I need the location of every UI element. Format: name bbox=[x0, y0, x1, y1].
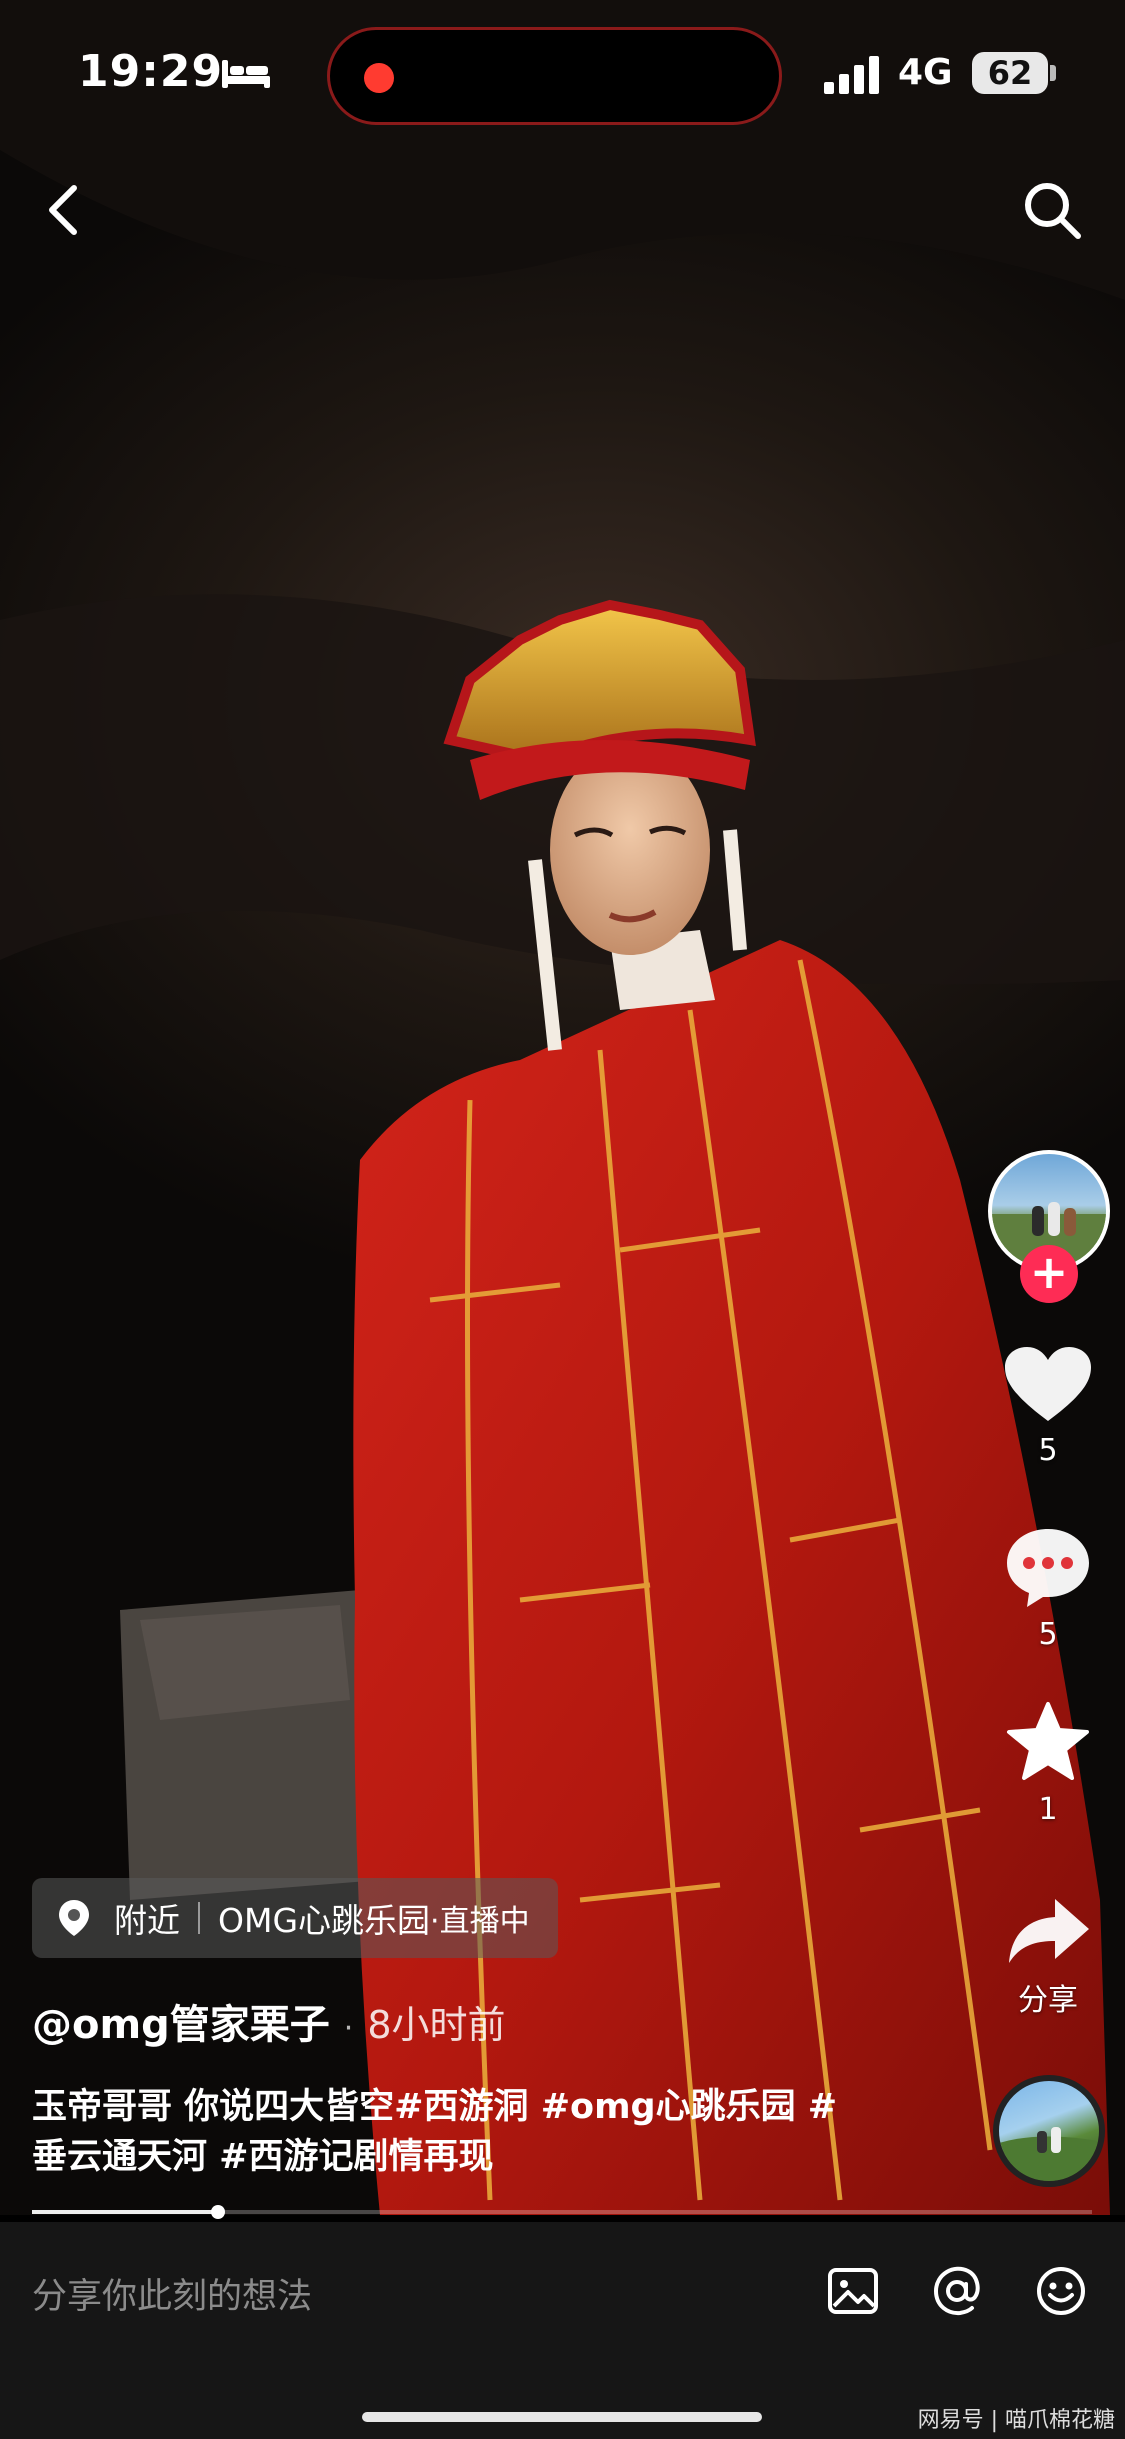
favorite-button[interactable]: 1 bbox=[993, 1700, 1103, 1827]
star-icon bbox=[1007, 1702, 1089, 1780]
comment-bubble-icon bbox=[1007, 1529, 1089, 1607]
heart-icon bbox=[1005, 1347, 1091, 1421]
location-label: 附近 bbox=[114, 1901, 180, 1940]
chevron-left-icon[interactable] bbox=[36, 180, 96, 240]
status-bar: 19:29 4G 62 bbox=[0, 0, 1125, 150]
watermark: 网易号 | 喵爪棉花糖 bbox=[917, 2408, 1115, 2433]
image-icon[interactable] bbox=[826, 2264, 880, 2318]
status-time: 19:29 bbox=[78, 46, 224, 97]
music-cover-photo bbox=[999, 2127, 1099, 2181]
comment-input[interactable]: 分享你此刻的想法 bbox=[32, 2268, 312, 2319]
location-place: OMG心跳乐园 bbox=[218, 1901, 431, 1940]
sleep-focus-icon bbox=[222, 60, 270, 88]
like-button[interactable]: 5 bbox=[993, 1345, 1103, 1468]
favorite-count: 1 bbox=[1038, 1792, 1058, 1827]
comment-button[interactable]: 5 bbox=[993, 1525, 1103, 1652]
battery-cap bbox=[1050, 65, 1056, 81]
progress-knob[interactable] bbox=[210, 2205, 225, 2219]
location-pin-icon bbox=[59, 1900, 89, 1936]
emoji-icon[interactable] bbox=[1034, 2264, 1088, 2318]
caption-line: 垂云通天河 #西游记剧情再现 bbox=[32, 2137, 494, 2177]
cellular-signal-icon bbox=[824, 56, 879, 94]
live-status: ·直播中 bbox=[430, 1904, 530, 1939]
caption-line: 玉帝哥哥 你说四大皆空#西游洞 #omg心跳乐园 # bbox=[32, 2087, 838, 2127]
share-button[interactable]: 分享 bbox=[993, 1895, 1103, 2019]
at-icon[interactable] bbox=[930, 2264, 984, 2318]
share-label: 分享 bbox=[1018, 1983, 1078, 2018]
network-type: 4G bbox=[898, 52, 953, 93]
like-count: 5 bbox=[1038, 1433, 1058, 1468]
video-progress-bar[interactable] bbox=[32, 2205, 1092, 2219]
follow-button[interactable]: + bbox=[1020, 1245, 1078, 1303]
share-arrow-icon bbox=[1009, 1899, 1089, 1963]
recording-indicator bbox=[364, 63, 394, 93]
comment-bar: 分享你此刻的想法 网易号 | 喵爪棉花糖 bbox=[0, 2222, 1125, 2439]
location-chip[interactable]: 附近 OMG心跳乐园 ·直播中 bbox=[32, 1878, 558, 1958]
comment-count: 5 bbox=[1038, 1617, 1058, 1652]
dynamic-island[interactable] bbox=[327, 27, 782, 125]
post-time: 8小时前 bbox=[367, 2003, 506, 2047]
home-indicator[interactable] bbox=[362, 2412, 762, 2422]
author-name[interactable]: @omg管家栗子 bbox=[32, 1992, 330, 2050]
location-divider bbox=[198, 1902, 200, 1934]
battery-icon: 62 bbox=[972, 52, 1048, 94]
music-disc[interactable] bbox=[993, 2075, 1105, 2187]
dot-separator: · bbox=[343, 2011, 354, 2046]
search-icon[interactable] bbox=[1020, 178, 1084, 242]
author-row: @omg管家栗子 · 8小时前 bbox=[32, 1992, 506, 2050]
post-caption[interactable]: 玉帝哥哥 你说四大皆空#西游洞 #omg心跳乐园 # 垂云通天河 #西游记剧情再… bbox=[32, 2082, 892, 2182]
progress-fill bbox=[32, 2210, 218, 2214]
